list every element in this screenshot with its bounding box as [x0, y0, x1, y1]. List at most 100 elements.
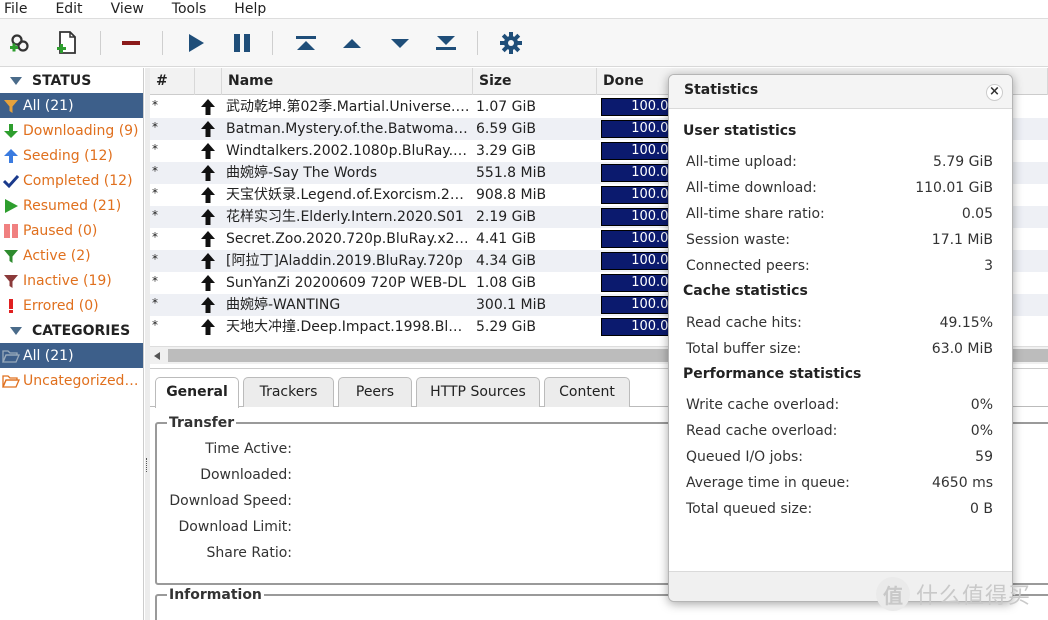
- filter-errored[interactable]: Errored (0): [0, 293, 143, 318]
- filter-seeding[interactable]: Seeding (12): [0, 143, 143, 168]
- cache-statistics-header: Cache statistics: [683, 283, 808, 299]
- stat-label: All-time download:: [686, 180, 817, 196]
- collapse-triangle-icon: [10, 76, 22, 85]
- torrent-size: 6.59 GiB: [476, 121, 536, 137]
- tab-content[interactable]: Content: [544, 377, 630, 407]
- seeding-arrow-icon: [196, 228, 220, 250]
- filter-label: Paused (0): [23, 222, 98, 239]
- collapse-triangle-icon: [10, 326, 22, 335]
- seeding-arrow-icon: [196, 272, 220, 294]
- downloaded-label: Downloaded:: [200, 467, 292, 483]
- menu-tools[interactable]: Tools: [166, 0, 217, 18]
- dialog-title: Statistics: [684, 82, 759, 98]
- stat-value: 4650 ms: [931, 475, 993, 491]
- move-up-button[interactable]: [337, 29, 367, 57]
- torrent-size: 2.19 GiB: [476, 209, 536, 225]
- pause-button[interactable]: [227, 29, 257, 57]
- seeding-arrow-icon: [196, 96, 220, 118]
- stat-label: Write cache overload:: [686, 397, 840, 413]
- torrent-name: 天宝伏妖录.Legend.of.Exorcism.2020: [226, 187, 470, 203]
- torrent-size: 1.08 GiB: [476, 275, 536, 291]
- add-torrent-file-button[interactable]: [52, 29, 82, 57]
- torrent-name: 花样实习生.Elderly.Intern.2020.S01: [226, 209, 464, 225]
- scroll-left-icon[interactable]: [154, 352, 160, 360]
- category-all[interactable]: All (21): [0, 343, 143, 368]
- user-statistics-header: User statistics: [683, 123, 797, 139]
- column-priority[interactable]: #: [150, 68, 195, 95]
- filter-all[interactable]: All (21): [0, 93, 143, 118]
- priority-cell: *: [152, 252, 158, 266]
- torrent-name: SunYanZi 20200609 720P WEB-DL: [226, 275, 466, 291]
- filter-paused[interactable]: Paused (0): [0, 218, 143, 243]
- seeding-arrow-icon: [196, 162, 220, 184]
- torrent-size: 4.41 GiB: [476, 231, 536, 247]
- move-top-icon: [296, 36, 316, 50]
- filter-label: Active (2): [23, 247, 91, 264]
- column-status[interactable]: [195, 68, 222, 95]
- priority-cell: *: [152, 164, 158, 178]
- filter-label: Resumed (21): [23, 197, 122, 214]
- status-header[interactable]: STATUS: [0, 68, 143, 93]
- seeding-arrow-icon: [196, 140, 220, 162]
- column-size[interactable]: Size: [473, 68, 597, 95]
- menu-help[interactable]: Help: [228, 0, 276, 18]
- close-icon[interactable]: ×: [986, 84, 1003, 101]
- torrent-size: 300.1 MiB: [476, 297, 547, 313]
- stat-label: Total queued size:: [686, 501, 813, 517]
- stat-row: Connected peers: 3: [686, 258, 993, 278]
- stat-row: Read cache hits: 49.15%: [686, 315, 993, 335]
- minus-icon: [122, 41, 140, 45]
- move-bottom-button[interactable]: [431, 29, 461, 57]
- exclamation-icon: [2, 297, 20, 315]
- categories-header[interactable]: CATEGORIES: [0, 318, 143, 343]
- torrent-name: [阿拉丁]Aladdin.2019.BluRay.720p: [226, 253, 463, 269]
- stat-row: All-time share ratio: 0.05: [686, 206, 993, 226]
- pause-icon: [234, 34, 250, 52]
- filter-resumed[interactable]: Resumed (21): [0, 193, 143, 218]
- resume-button[interactable]: [181, 29, 211, 57]
- stat-value: 0%: [970, 423, 993, 439]
- seeding-arrow-icon: [196, 294, 220, 316]
- torrent-name: 曲婉婷-WANTING: [226, 297, 341, 313]
- stat-label: Total buffer size:: [686, 341, 802, 357]
- dialog-titlebar[interactable]: Statistics ×: [669, 75, 1012, 109]
- torrent-size: 551.8 MiB: [476, 165, 547, 181]
- category-uncategorized[interactable]: Uncategorized (21): [0, 368, 143, 393]
- column-name[interactable]: Name: [222, 68, 473, 95]
- torrent-size: 4.34 GiB: [476, 253, 536, 269]
- tab-http-sources[interactable]: HTTP Sources: [416, 377, 540, 407]
- stat-label: Queued I/O jobs:: [686, 449, 803, 465]
- priority-cell: *: [152, 98, 158, 112]
- tab-peers[interactable]: Peers: [338, 377, 412, 407]
- toolbar: [0, 19, 1048, 67]
- filter-downloading[interactable]: Downloading (9): [0, 118, 143, 143]
- stat-value: 49.15%: [939, 315, 993, 331]
- category-label: All (21): [23, 347, 74, 364]
- status-header-label: STATUS: [32, 72, 92, 89]
- pause-icon: [2, 222, 20, 240]
- stat-label: Session waste:: [686, 232, 791, 248]
- stat-label: All-time upload:: [686, 154, 797, 170]
- tab-general[interactable]: General: [155, 377, 239, 408]
- move-top-button[interactable]: [291, 29, 321, 57]
- add-torrent-link-button[interactable]: [6, 29, 36, 57]
- stat-value: 17.1 MiB: [931, 232, 993, 248]
- performance-statistics-header: Performance statistics: [683, 366, 862, 382]
- stat-row: Queued I/O jobs: 59: [686, 449, 993, 469]
- torrent-size: 5.29 GiB: [476, 319, 536, 335]
- stat-row: Read cache overload: 0%: [686, 423, 993, 443]
- filter-active[interactable]: Active (2): [0, 243, 143, 268]
- stat-row: Total buffer size: 63.0 MiB: [686, 341, 993, 361]
- menu-file[interactable]: File: [0, 0, 37, 18]
- move-down-button[interactable]: [385, 29, 415, 57]
- stat-row: Write cache overload: 0%: [686, 397, 993, 417]
- tab-trackers[interactable]: Trackers: [243, 377, 334, 407]
- transfer-legend: Transfer: [169, 415, 235, 431]
- menu-view[interactable]: View: [105, 0, 154, 18]
- filter-inactive[interactable]: Inactive (19): [0, 268, 143, 293]
- filter-completed[interactable]: Completed (12): [0, 168, 143, 193]
- priority-cell: *: [152, 208, 158, 222]
- remove-button[interactable]: [116, 29, 146, 57]
- menu-edit[interactable]: Edit: [49, 0, 92, 18]
- preferences-button[interactable]: [496, 29, 526, 57]
